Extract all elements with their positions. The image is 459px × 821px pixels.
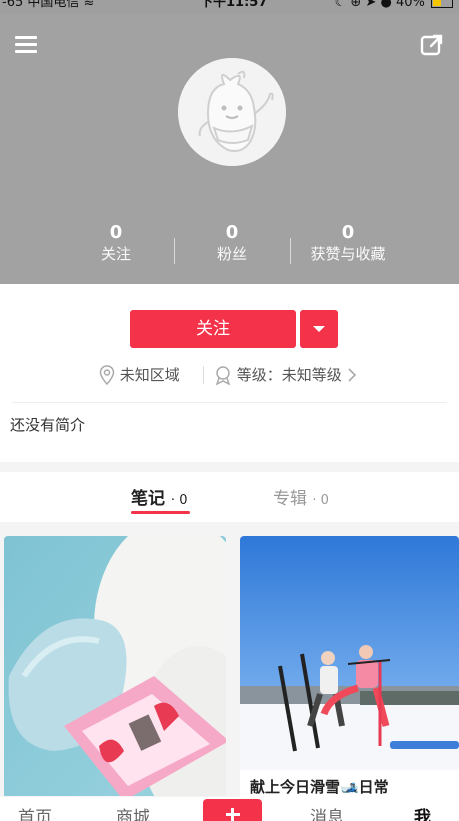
- carrier-label: -65 中国电信: [2, 0, 80, 10]
- nav-shop[interactable]: 商城: [116, 803, 150, 821]
- note-photo: [240, 536, 459, 770]
- meta-divider: [203, 366, 204, 384]
- notes-feed: 献上今日滑雪🎿日常: [0, 532, 459, 802]
- stat-followers-count: 0: [225, 222, 239, 243]
- location-pin-icon: [99, 364, 115, 385]
- follow-dropdown-button[interactable]: [300, 310, 338, 348]
- level-badge-icon: [215, 365, 231, 385]
- location: 未知区域: [99, 364, 180, 385]
- share-icon[interactable]: [420, 33, 444, 57]
- bottom-nav: 首页 商城 消息 我: [0, 797, 459, 821]
- stat-following-count: 0: [109, 222, 123, 243]
- tab-notes[interactable]: 笔记 · 0: [131, 484, 187, 509]
- status-bar: -65 中国电信 ≋ 下午11:57 ☾ ⊕ ➤ ● 40%: [0, 0, 459, 14]
- clock: 下午11:57: [200, 0, 268, 10]
- follow-button[interactable]: 关注: [130, 310, 296, 348]
- tab-albums[interactable]: 专辑 · 0: [273, 484, 329, 509]
- status-right: ☾ ⊕ ➤ ● 40%: [335, 0, 453, 9]
- tab-notes-count-value: 0: [179, 493, 188, 508]
- note-card-image[interactable]: [4, 536, 226, 796]
- battery-percent: 40%: [395, 0, 425, 10]
- chevron-right-icon: [348, 367, 356, 382]
- note-title[interactable]: 献上今日滑雪🎿日常: [240, 770, 459, 800]
- profile-screen: -65 中国电信 ≋ 下午11:57 ☾ ⊕ ➤ ● 40% 0 关注 0 粉丝…: [0, 0, 459, 821]
- note-card-image[interactable]: [240, 536, 459, 770]
- stat-following-label: 关注: [100, 245, 131, 263]
- level[interactable]: 等级：未知等级: [214, 364, 357, 385]
- level-text: 等级：未知等级: [236, 366, 342, 384]
- tab-albums-count: · 0: [312, 493, 329, 508]
- tab-active-indicator: [131, 511, 190, 514]
- menu-icon[interactable]: [15, 36, 37, 54]
- plus-icon-stem: [231, 808, 234, 821]
- stat-followers[interactable]: 0 粉丝: [172, 222, 292, 264]
- location-icon: ➤: [365, 0, 377, 10]
- nav-messages[interactable]: 消息: [310, 803, 344, 821]
- note-photo: [4, 536, 226, 796]
- stat-followers-label: 粉丝: [216, 245, 247, 263]
- card-divider: [12, 402, 447, 403]
- stat-following[interactable]: 0 关注: [56, 222, 176, 264]
- stat-likes-label: 获赞与收藏: [310, 245, 386, 263]
- default-avatar-icon: [178, 58, 286, 166]
- profile-card: 关注 未知区域 等级：未知等级 还没有简介: [0, 284, 459, 462]
- location-text: 未知区域: [119, 366, 180, 384]
- lock-rotation-icon: ⊕: [350, 0, 362, 10]
- tab-notes-count: · 0: [170, 493, 188, 508]
- profile-meta: 未知区域 等级：未知等级: [0, 364, 459, 386]
- tab-notes-label: 笔记: [131, 489, 165, 509]
- avatar[interactable]: [178, 58, 286, 166]
- nav-home[interactable]: 首页: [18, 803, 52, 821]
- battery-icon: [431, 0, 453, 8]
- nav-me[interactable]: 我: [414, 803, 431, 821]
- stat-likes-count: 0: [341, 222, 355, 243]
- stats-row: 0 关注 0 粉丝 0 获赞与收藏: [0, 222, 459, 272]
- tab-albums-label: 专辑: [273, 489, 307, 509]
- bio: 还没有简介: [10, 416, 86, 434]
- add-note-button[interactable]: [203, 799, 262, 821]
- content-tabs: 笔记 · 0 专辑 · 0: [0, 472, 459, 522]
- moon-icon: ☾: [334, 0, 347, 10]
- profile-header: 0 关注 0 粉丝 0 获赞与收藏: [0, 14, 459, 284]
- wifi-icon: ≋: [83, 0, 95, 10]
- chevron-down-icon: [313, 326, 325, 332]
- tab-albums-count-value: 0: [320, 493, 329, 508]
- carrier-text: -65 中国电信 ≋: [2, 0, 94, 9]
- stat-likes[interactable]: 0 获赞与收藏: [288, 222, 408, 264]
- alarm-icon: ●: [380, 0, 392, 10]
